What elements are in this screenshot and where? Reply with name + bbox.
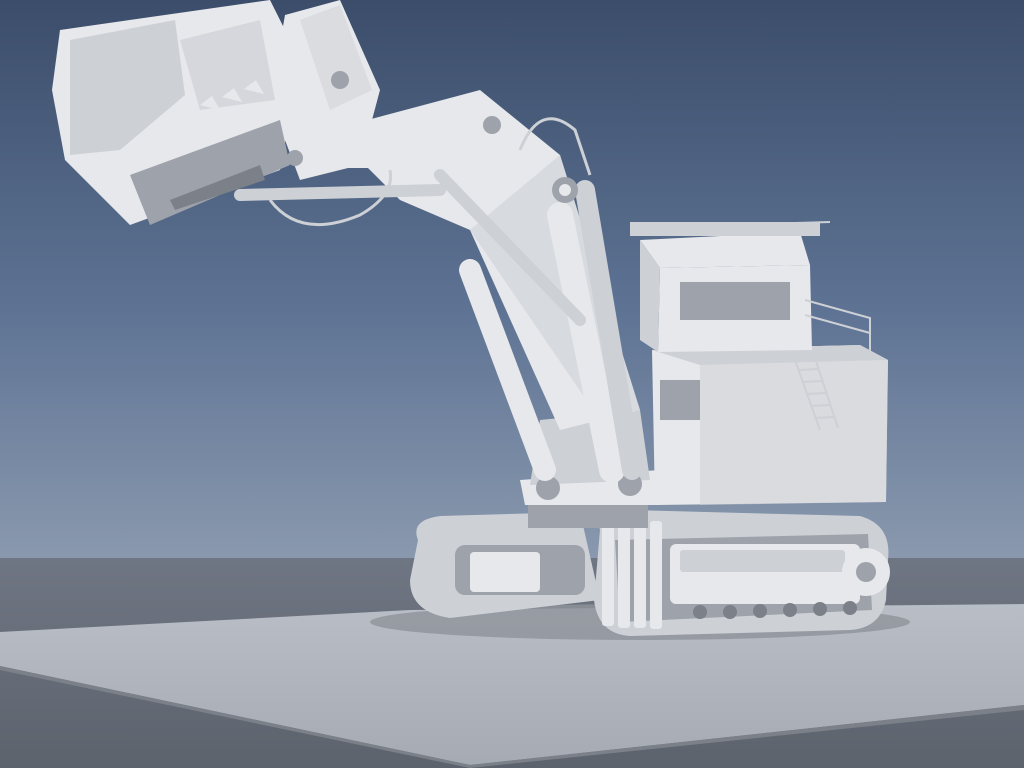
cab-window	[680, 282, 790, 320]
render-scene	[0, 0, 1024, 768]
side-vent	[660, 380, 700, 420]
upper-house	[652, 345, 888, 505]
crawler-track-front	[594, 510, 890, 636]
operator-cab	[630, 222, 820, 352]
